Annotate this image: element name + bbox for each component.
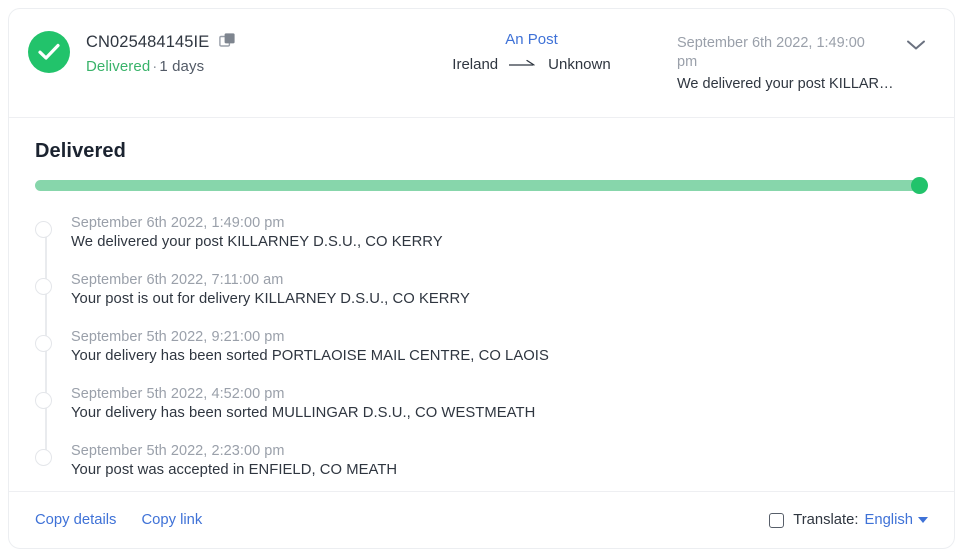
tracking-card: CN025484145IE Delivered · 1 days An Post I… <box>8 8 955 549</box>
timeline-event: September 5th 2022, 9:21:00 pm Your deli… <box>35 329 928 386</box>
arrow-right-icon <box>509 56 537 73</box>
progress-bar <box>35 177 928 194</box>
transit-duration: 1 days <box>159 58 205 75</box>
tracking-number: CN025484145IE <box>86 32 210 51</box>
card-footer: Copy details Copy link Translate: Englis… <box>9 491 954 548</box>
tracking-number-row: CN025484145IE <box>86 30 236 54</box>
timeline-event: September 6th 2022, 7:11:00 am Your post… <box>35 272 928 329</box>
card-header: CN025484145IE Delivered · 1 days An Post I… <box>9 9 954 118</box>
status-separator: · <box>152 58 158 75</box>
timeline-dot-icon <box>35 221 52 238</box>
event-message: Your delivery has been sorted PORTLAOISE… <box>71 348 549 364</box>
translate-checkbox[interactable] <box>769 512 785 528</box>
caret-down-icon <box>918 517 928 523</box>
timeline-event: September 5th 2022, 4:52:00 pm Your deli… <box>35 386 928 443</box>
event-message: Your post is out for delivery KILLARNEY … <box>71 291 470 307</box>
timeline-dot-icon <box>35 392 52 409</box>
chevron-down-icon[interactable] <box>902 34 930 60</box>
route-origin: Ireland <box>452 56 499 73</box>
timeline-dot-icon <box>35 335 52 352</box>
progress-track <box>35 180 920 191</box>
copy-icon[interactable] <box>219 32 236 54</box>
timeline-event: September 5th 2022, 2:23:00 pm Your post… <box>35 443 928 484</box>
route-destination: Unknown <box>548 56 611 73</box>
event-timeline: September 6th 2022, 1:49:00 pm We delive… <box>35 215 928 484</box>
event-time: September 5th 2022, 4:52:00 pm <box>71 386 285 402</box>
carrier-link[interactable]: An Post <box>505 31 558 48</box>
event-time: September 5th 2022, 2:23:00 pm <box>71 443 285 459</box>
last-event-time: September 6th 2022, 1:49:00 pm <box>677 35 865 70</box>
timeline-dot-icon <box>35 449 52 466</box>
event-time: September 6th 2022, 1:49:00 pm <box>71 215 285 231</box>
progress-knob <box>911 177 928 194</box>
timeline-event: September 6th 2022, 1:49:00 pm We delive… <box>35 215 928 272</box>
status-summary: Delivered · 1 days <box>86 58 236 75</box>
card-body: Delivered September 6th 2022, 1:49:00 pm… <box>9 118 954 484</box>
page-title: Delivered <box>35 140 126 162</box>
route-summary: Ireland Unknown <box>399 56 664 73</box>
translate-control: Translate: English <box>769 512 928 528</box>
translate-label: Translate: <box>793 512 859 528</box>
event-message: Your delivery has been sorted MULLINGAR … <box>71 405 536 421</box>
event-time: September 5th 2022, 9:21:00 pm <box>71 329 285 345</box>
event-time: September 6th 2022, 7:11:00 am <box>71 272 284 288</box>
copy-link-button[interactable]: Copy link <box>141 512 202 528</box>
event-message: Your post was accepted in ENFIELD, CO ME… <box>71 462 398 478</box>
header-last-event-section: September 6th 2022, 1:49:00 pm We delive… <box>664 9 954 92</box>
language-value: English <box>864 512 913 528</box>
last-event-message: We delivered your post KILLAR… <box>677 76 894 92</box>
check-circle-icon <box>28 31 70 73</box>
status-badge: Delivered <box>86 58 151 75</box>
event-message: We delivered your post KILLARNEY D.S.U.,… <box>71 234 443 250</box>
header-carrier-section: An Post Ireland Unknown <box>399 9 664 73</box>
language-dropdown[interactable]: English <box>864 512 928 528</box>
tracking-id-block: CN025484145IE Delivered · 1 days <box>86 29 236 75</box>
timeline-dot-icon <box>35 278 52 295</box>
header-left-section: CN025484145IE Delivered · 1 days <box>9 9 399 75</box>
copy-details-button[interactable]: Copy details <box>35 512 116 528</box>
